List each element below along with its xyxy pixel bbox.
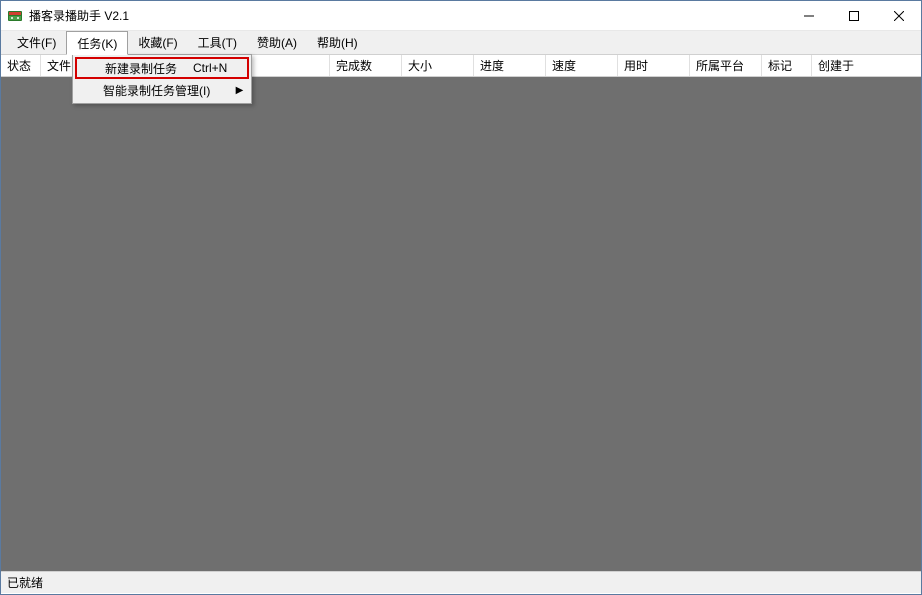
col-speed[interactable]: 速度 [546, 55, 618, 76]
window-controls [786, 1, 921, 30]
menu-file[interactable]: 文件(F) [7, 31, 66, 54]
menu-sponsor[interactable]: 赞助(A) [247, 31, 307, 54]
close-button[interactable] [876, 1, 921, 30]
statusbar: 已就绪 [1, 571, 921, 593]
col-completed[interactable]: 完成数 [330, 55, 402, 76]
menubar: 文件(F) 任务(K) 收藏(F) 工具(T) 赞助(A) 帮助(H) 新建录制… [1, 31, 921, 55]
col-platform[interactable]: 所属平台 [690, 55, 762, 76]
menu-new-record-task[interactable]: 新建录制任务 Ctrl+N [75, 57, 249, 79]
col-size[interactable]: 大小 [402, 55, 474, 76]
dropdown-item-label: 新建录制任务 [105, 60, 177, 77]
task-dropdown: 新建录制任务 Ctrl+N 智能录制任务管理(I) ▶ [72, 54, 252, 104]
menu-help[interactable]: 帮助(H) [307, 31, 368, 54]
col-created[interactable]: 创建于 [812, 55, 872, 76]
menu-task[interactable]: 任务(K) [66, 31, 128, 55]
dropdown-item-label: 智能录制任务管理(I) [103, 82, 210, 99]
col-progress[interactable]: 进度 [474, 55, 546, 76]
titlebar: 播客录播助手 V2.1 [1, 1, 921, 31]
content-area [1, 77, 921, 571]
col-status[interactable]: 状态 [1, 55, 41, 76]
status-text: 已就绪 [7, 574, 43, 591]
col-time[interactable]: 用时 [618, 55, 690, 76]
menu-favorites[interactable]: 收藏(F) [128, 31, 187, 54]
menu-tools[interactable]: 工具(T) [188, 31, 247, 54]
chevron-right-icon: ▶ [236, 85, 244, 96]
maximize-button[interactable] [831, 1, 876, 30]
col-tag[interactable]: 标记 [762, 55, 812, 76]
dropdown-item-shortcut: Ctrl+N [177, 61, 227, 75]
app-icon [7, 8, 23, 24]
minimize-button[interactable] [786, 1, 831, 30]
menu-smart-record-task-manage[interactable]: 智能录制任务管理(I) ▶ [75, 79, 249, 101]
window-title: 播客录播助手 V2.1 [29, 7, 786, 24]
